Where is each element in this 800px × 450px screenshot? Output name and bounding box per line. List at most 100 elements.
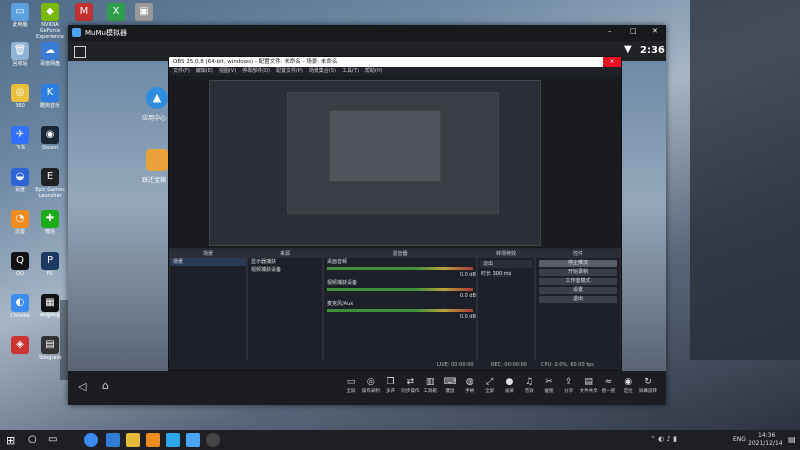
obs-taskbar-icon[interactable]	[206, 433, 220, 447]
desktop-icon[interactable]: E Epic Games Launcher	[34, 168, 66, 199]
emulator-tool-button[interactable]: ◍ 手柄	[459, 377, 481, 394]
desktop-icon-label: 回收站	[12, 61, 28, 67]
desktop-icon[interactable]: ◒ 百度	[4, 168, 36, 193]
studio-mode-button[interactable]: 工作室模式	[539, 278, 617, 285]
app-icon-game[interactable]	[146, 149, 168, 171]
obs-menu-item[interactable]: 编辑(E)	[196, 68, 213, 74]
emulator-home-icon	[74, 46, 86, 58]
emulator-tool-button[interactable]: ▤ 文件共享	[578, 377, 600, 394]
emulator-tool-button[interactable]: ↻ 屏幕旋转	[637, 377, 659, 394]
desktop-icon[interactable]: 🗑 回收站	[4, 42, 36, 67]
emulator-tool-button[interactable]: ⤢ 全屏	[479, 377, 501, 394]
obs-close-button[interactable]: ✕	[603, 57, 621, 67]
desktop-icon[interactable]: ▦ 哔哩哔哩	[34, 294, 66, 319]
exit-button[interactable]: 退出	[539, 296, 617, 303]
desktop-icon[interactable]: ✚ 微信	[34, 210, 66, 235]
app-taskbar-icon[interactable]	[146, 433, 160, 447]
emulator-tool-button[interactable]: ⌨ 键鼠	[439, 377, 461, 394]
obs-menu-item[interactable]: 配置文件(P)	[276, 68, 303, 74]
desktop-icon[interactable]: ▣	[128, 3, 160, 22]
source-item[interactable]: 视频捕获设备	[248, 266, 322, 274]
scene-item[interactable]: 场景	[170, 258, 246, 266]
emulator-titlebar[interactable]: MuMu模拟器 – □ ✕	[68, 25, 666, 41]
volume-meter	[327, 288, 473, 291]
obs-menu-item[interactable]: 视图(V)	[219, 68, 236, 74]
notification-icon[interactable]: ▤	[788, 435, 796, 444]
task-view-icon[interactable]: ▭	[48, 434, 57, 445]
desktop-app-icon: X	[107, 3, 125, 21]
desktop-icon[interactable]: ◐ Chrome	[4, 294, 36, 319]
clock-time[interactable]: 14:36	[758, 432, 775, 439]
obs-menu-item[interactable]: 文件(F)	[173, 68, 190, 74]
tool-icon: ▭	[346, 377, 356, 387]
obs-menu-item[interactable]: 工具(T)	[342, 68, 359, 74]
obs-titlebar[interactable]: OBS 25.0.8 (64-bit, windows) - 配置文件: 未命名…	[169, 57, 621, 67]
emulator-title: MuMu模拟器	[85, 29, 127, 37]
desktop-icon[interactable]: P PS	[34, 252, 66, 277]
desktop-icon-label: NVIDIA GeForce Experience	[36, 22, 64, 40]
desktop-icon[interactable]: ☁ 百度网盘	[34, 42, 66, 67]
mumu-taskbar-icon[interactable]	[186, 433, 200, 447]
scenes-header: 场景	[170, 251, 246, 258]
channel-level: 0.0 dB	[459, 272, 476, 278]
tool-label: 手柄	[465, 389, 475, 394]
emulator-tool-button[interactable]: ⇪ 分享	[558, 377, 580, 394]
obs-window[interactable]: OBS 25.0.8 (64-bit, windows) - 配置文件: 未命名…	[168, 56, 622, 371]
desktop-icon[interactable]: ◈	[4, 336, 36, 355]
minimize-button[interactable]: –	[608, 27, 612, 35]
obs-menu-item[interactable]: 帮助(H)	[365, 68, 383, 74]
edge-taskbar-icon[interactable]	[106, 433, 120, 447]
emulator-tool-button[interactable]: ♫ 音效	[518, 377, 540, 394]
tool-icon: ↻	[644, 377, 652, 387]
desktop-icon[interactable]: ▤ Telegram	[34, 336, 66, 361]
desktop-icon[interactable]: ◎ 360	[4, 84, 36, 109]
tool-icon: ✂	[545, 377, 553, 387]
clock-date[interactable]: 2021/12/14	[748, 440, 783, 447]
desktop-icon-label: 酷狗音乐	[39, 103, 60, 109]
emulator-tool-button[interactable]: ✂ 截图	[538, 377, 560, 394]
close-button[interactable]: ✕	[652, 27, 658, 35]
emulator-tool-button[interactable]: ⇄ 同步操作	[399, 377, 421, 394]
app-center-icon[interactable]: ▲	[146, 87, 168, 109]
desktop-app-icon: ✈	[11, 126, 29, 144]
windows-taskbar: ⊞ ○ ▭ ⌃ ◐ ♪ ▮ ENG 14:36 2021/12/14 ▤	[0, 430, 800, 450]
desktop-icon[interactable]: ✈ 飞书	[4, 126, 36, 151]
transition-select[interactable]: 淡出	[480, 260, 532, 268]
desktop-icon[interactable]: ▭ 此电脑	[4, 3, 36, 28]
duration-input[interactable]: 300 ms	[492, 271, 512, 277]
home-icon[interactable]: ⌂	[102, 379, 109, 392]
desktop-icon[interactable]: ◔ 迅雷	[4, 210, 36, 235]
emulator-tool-button[interactable]: ▥ 工具箱	[419, 377, 441, 394]
app2-taskbar-icon[interactable]	[166, 433, 180, 447]
emulator-tool-button[interactable]: ● 录屏	[498, 377, 520, 394]
desktop-icon-label: PS	[46, 271, 54, 277]
desktop-icon[interactable]: Q QQ	[4, 252, 36, 277]
emulator-tool-button[interactable]: ❐ 多开	[380, 377, 402, 394]
emulator-tool-button[interactable]: ◎ 操作录制	[360, 377, 382, 394]
duration-label: 时长 300 ms	[478, 270, 534, 278]
desktop-icon[interactable]: K 酷狗音乐	[34, 84, 66, 109]
settings-button[interactable]: 设置	[539, 287, 617, 294]
desktop-app-icon: M	[75, 3, 93, 21]
obs-menu-item[interactable]: 停靠部件(D)	[242, 68, 270, 74]
input-language[interactable]: ENG	[733, 436, 746, 443]
maximize-button[interactable]: □	[630, 27, 637, 35]
mumu-emulator-window[interactable]: MuMu模拟器 – □ ✕ ▼ 2:36 ▲ 应用中心 跃迁宝箱 ◁ ⌂ ▭ 全屏…	[68, 25, 666, 405]
explorer-taskbar-icon[interactable]	[126, 433, 140, 447]
desktop-icon[interactable]: M	[68, 3, 100, 22]
emulator-tool-button[interactable]: ▭ 全屏	[340, 377, 362, 394]
stop-streaming-button[interactable]: 停止推流	[539, 260, 617, 267]
obs-menu-item[interactable]: 场景集合(S)	[309, 68, 336, 74]
tool-icon: ◉	[624, 377, 633, 387]
back-icon[interactable]: ◁	[78, 380, 86, 393]
emulator-tool-button[interactable]: ≈ 摇一摇	[597, 377, 619, 394]
desktop-icon[interactable]: ◆ NVIDIA GeForce Experience	[34, 3, 66, 40]
duration-label-text: 时长	[481, 271, 492, 277]
search-icon[interactable]: ○	[28, 434, 37, 445]
desktop-icon[interactable]: ◉ Steam	[34, 126, 66, 151]
start-menu-icon[interactable]: ⊞	[6, 434, 15, 447]
source-item[interactable]: 显示器捕获	[248, 258, 322, 266]
chrome-taskbar-icon[interactable]	[84, 433, 98, 447]
start-recording-button[interactable]: 开始录制	[539, 269, 617, 276]
emulator-tool-button[interactable]: ◉ 定位	[617, 377, 639, 394]
